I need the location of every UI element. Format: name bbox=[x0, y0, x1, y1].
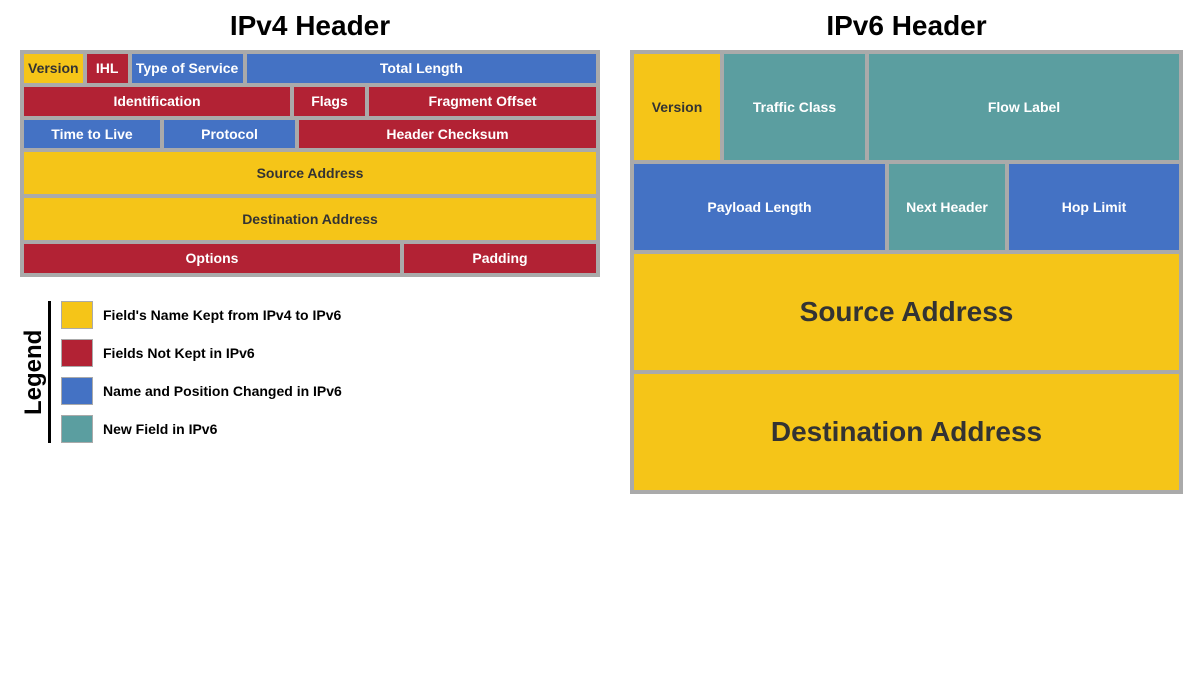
ipv6-payload-length: Payload Length bbox=[632, 162, 887, 252]
ipv6-source-address: Source Address bbox=[632, 252, 1181, 372]
legend-item-blue: Name and Position Changed in IPv6 bbox=[61, 377, 600, 405]
legend-items: Field's Name Kept from IPv4 to IPv6 Fiel… bbox=[48, 301, 600, 443]
legend-item-yellow: Field's Name Kept from IPv4 to IPv6 bbox=[61, 301, 600, 329]
ipv6-flow-label: Flow Label bbox=[867, 52, 1181, 162]
ipv6-traffic-class: Traffic Class bbox=[722, 52, 867, 162]
ipv4-protocol: Protocol bbox=[162, 118, 297, 151]
legend-swatch-red bbox=[61, 339, 93, 367]
ipv6-hop-limit: Hop Limit bbox=[1007, 162, 1181, 252]
ipv4-title: IPv4 Header bbox=[20, 10, 600, 42]
ipv4-padding: Padding bbox=[402, 242, 598, 275]
ipv6-grid: Version Traffic Class Flow Label Payload… bbox=[630, 50, 1183, 494]
ipv4-total-length: Total Length bbox=[245, 52, 598, 85]
ipv4-row6: Options Padding bbox=[22, 242, 598, 275]
ipv4-ttl: Time to Live bbox=[22, 118, 162, 151]
ipv4-header-checksum: Header Checksum bbox=[297, 118, 598, 151]
ipv6-version: Version bbox=[632, 52, 722, 162]
ipv4-flags: Flags bbox=[292, 85, 367, 118]
ipv4-row5: Destination Address bbox=[22, 196, 598, 242]
ipv6-row1: Version Traffic Class Flow Label bbox=[632, 52, 1181, 162]
legend-label-teal: New Field in IPv6 bbox=[103, 421, 217, 437]
ipv4-options: Options bbox=[22, 242, 402, 275]
ipv6-next-header: Next Header bbox=[887, 162, 1007, 252]
legend-container: Legend Field's Name Kept from IPv4 to IP… bbox=[20, 301, 600, 443]
ipv4-ihl: IHL bbox=[85, 52, 130, 85]
ipv4-dest-address: Destination Address bbox=[22, 196, 598, 242]
ipv4-grid: Version IHL Type of Service Total Length… bbox=[20, 50, 600, 277]
ipv4-row1: Version IHL Type of Service Total Length bbox=[22, 52, 598, 85]
legend-swatch-teal bbox=[61, 415, 93, 443]
ipv6-row4: Destination Address bbox=[632, 372, 1181, 492]
ipv6-row3: Source Address bbox=[632, 252, 1181, 372]
ipv4-identification: Identification bbox=[22, 85, 292, 118]
ipv4-source-address: Source Address bbox=[22, 150, 598, 196]
legend-title: Legend bbox=[20, 301, 48, 443]
ipv6-title: IPv6 Header bbox=[630, 10, 1183, 42]
ipv4-version: Version bbox=[22, 52, 85, 85]
legend-item-red: Fields Not Kept in IPv6 bbox=[61, 339, 600, 367]
ipv4-row2: Identification Flags Fragment Offset bbox=[22, 85, 598, 118]
ipv4-frag-offset: Fragment Offset bbox=[367, 85, 598, 118]
legend-label-blue: Name and Position Changed in IPv6 bbox=[103, 383, 342, 399]
legend-item-teal: New Field in IPv6 bbox=[61, 415, 600, 443]
legend-swatch-blue bbox=[61, 377, 93, 405]
legend-label-red: Fields Not Kept in IPv6 bbox=[103, 345, 255, 361]
ipv4-tos: Type of Service bbox=[130, 52, 245, 85]
legend-swatch-yellow bbox=[61, 301, 93, 329]
ipv4-row3: Time to Live Protocol Header Checksum bbox=[22, 118, 598, 151]
ipv6-row2: Payload Length Next Header Hop Limit bbox=[632, 162, 1181, 252]
legend-label-yellow: Field's Name Kept from IPv4 to IPv6 bbox=[103, 307, 341, 323]
ipv4-row4: Source Address bbox=[22, 150, 598, 196]
ipv6-dest-address: Destination Address bbox=[632, 372, 1181, 492]
